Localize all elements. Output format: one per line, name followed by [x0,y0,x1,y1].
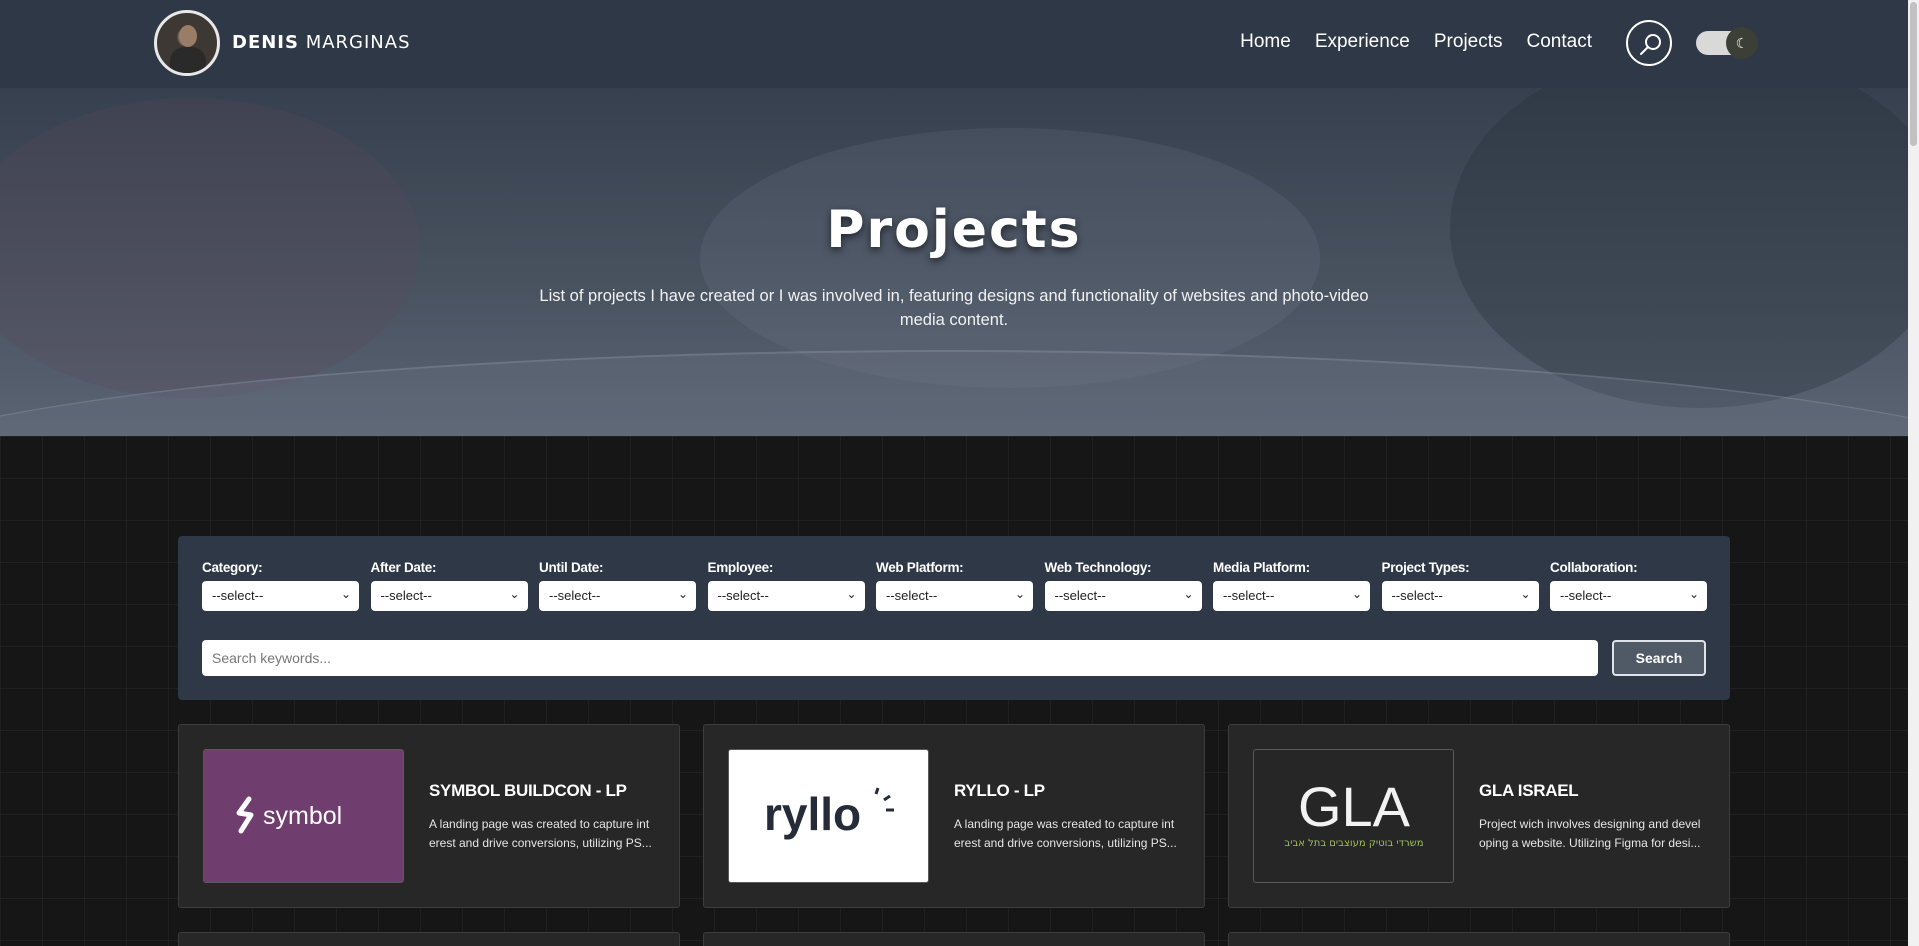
moon-icon: ☾ [1726,27,1758,59]
project-logo-symbol[interactable]: symbol [203,749,404,883]
chevron-down-icon: ⌄ [340,587,351,601]
filter-media-platform: Media Platform: --select-- ⌄ [1213,560,1370,611]
select-value: --select-- [1223,588,1275,603]
project-title[interactable]: GLA ISRAEL [1479,781,1579,801]
filter-collaboration: Collaboration: --select-- ⌄ [1550,560,1707,611]
project-logo-ryllo[interactable]: ryllo [728,749,929,883]
gla-logo-text: GLA [1297,776,1410,838]
chevron-down-icon: ⌄ [1183,587,1194,601]
filter-label: Employee: [707,560,774,575]
nav-experience[interactable]: Experience [1315,31,1410,53]
project-card-partial[interactable] [178,932,680,946]
select-value: --select-- [380,588,432,603]
project-card[interactable]: GLA משרדי בוטיק מעוצבים בתל אביב GLA ISR… [1228,724,1730,908]
hero-banner: Projects List of projects I have created… [0,88,1908,436]
select-value: --select-- [1054,588,1106,603]
site-header: DENIS MARGINAS Home Experience Projects … [0,0,1908,88]
scrollbar-thumb[interactable] [1910,2,1917,146]
chevron-down-icon: ⌄ [1520,587,1531,601]
filter-after-date: After Date: --select-- ⌄ [370,560,528,611]
project-description: A landing page was created to capture in… [954,817,1177,850]
web-platform-select[interactable]: --select-- ⌄ [876,581,1033,611]
media-platform-select[interactable]: --select-- ⌄ [1213,581,1370,611]
project-logo-gla[interactable]: GLA משרדי בוטיק מעוצבים בתל אביב [1253,749,1454,883]
project-card[interactable]: symbol SYMBOL BUILDCON - LP A landing pa… [178,724,680,908]
filter-label: Until Date: [539,560,604,575]
chevron-down-icon: ⌄ [677,587,688,601]
gla-logo: GLA משרדי בוטיק מעוצבים בתל אביב [1284,776,1423,849]
page-description: List of projects I have created or I was… [539,287,1369,329]
project-description: A landing page was created to capture in… [429,817,652,850]
nav-contact[interactable]: Contact [1527,31,1592,53]
search-input[interactable]: Search keywords... [202,640,1598,676]
after-date-select[interactable]: --select-- ⌄ [370,581,528,611]
search-submit-button[interactable]: Search [1612,640,1706,676]
project-card[interactable]: ryllo RYLLO - LP A landing page was crea… [703,724,1205,908]
select-value: --select-- [549,588,601,603]
avatar[interactable] [154,10,220,76]
filter-employee: Employee: --select-- ⌄ [707,560,865,611]
filter-label: Category: [202,560,263,575]
main-nav: Home Experience Projects Contact [1240,31,1592,53]
brand-first-name: DENIS [232,32,299,53]
symbol-logo-text: symbol [263,802,342,830]
filter-label: Project Types: [1381,560,1470,575]
chevron-down-icon: ⌄ [1014,587,1025,601]
filter-category: Category: --select-- ⌄ [202,560,359,611]
theme-toggle[interactable]: ☾ [1696,27,1758,59]
project-title[interactable]: RYLLO - LP [954,781,1045,801]
chevron-down-icon: ⌄ [509,587,520,601]
collaboration-select[interactable]: --select-- ⌄ [1550,581,1707,611]
project-types-select[interactable]: --select-- ⌄ [1381,581,1539,611]
select-value: --select-- [1560,588,1612,603]
brand-logo[interactable]: DENIS MARGINAS [232,32,411,53]
select-value: --select-- [717,588,769,603]
filter-label: Web Platform: [876,560,964,575]
filter-label: After Date: [370,560,437,575]
search-icon [1640,34,1661,55]
employee-select[interactable]: --select-- ⌄ [707,581,865,611]
gla-logo-subtext: משרדי בוטיק מעוצבים בתל אביב [1284,838,1423,849]
filter-web-platform: Web Platform: --select-- ⌄ [876,560,1033,611]
symbol-logo: symbol [236,796,342,834]
project-description: Project wich involves designing and deve… [1479,817,1701,850]
select-value: --select-- [1391,588,1443,603]
chevron-down-icon: ⌄ [846,587,857,601]
filter-web-technology: Web Technology: --select-- ⌄ [1044,560,1202,611]
project-card-partial[interactable] [703,932,1205,946]
nav-home[interactable]: Home [1240,31,1291,53]
brand-last-name: MARGINAS [305,32,411,53]
avatar-body [170,47,206,73]
chevron-down-icon: ⌄ [1351,587,1362,601]
filter-until-date: Until Date: --select-- ⌄ [539,560,696,611]
page-title: Projects [826,200,1082,260]
web-technology-select[interactable]: --select-- ⌄ [1044,581,1202,611]
category-select[interactable]: --select-- ⌄ [202,581,359,611]
filter-label: Web Technology: [1044,560,1152,575]
select-value: --select-- [886,588,938,603]
filter-label: Collaboration: [1550,560,1638,575]
ryllo-logo-text: ryllo [764,788,861,840]
nav-projects[interactable]: Projects [1434,31,1503,53]
chevron-down-icon: ⌄ [1688,587,1699,601]
avatar-head [179,25,197,47]
filter-project-types: Project Types: --select-- ⌄ [1381,560,1539,611]
filter-panel: Category: --select-- ⌄ After Date: --sele… [178,536,1730,700]
project-card-partial[interactable] [1228,932,1730,946]
until-date-select[interactable]: --select-- ⌄ [539,581,696,611]
project-title[interactable]: SYMBOL BUILDCON - LP [429,781,627,801]
search-button[interactable] [1626,20,1672,66]
select-value: --select-- [212,588,264,603]
ryllo-logo: ryllo [764,787,894,840]
page-scrollbar[interactable] [1908,0,1919,946]
filter-label: Media Platform: [1213,560,1310,575]
